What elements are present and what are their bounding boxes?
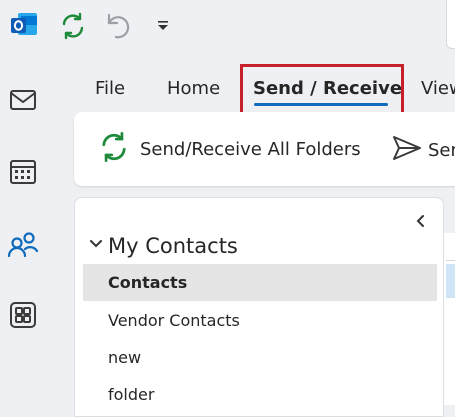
refresh-icon (97, 130, 131, 168)
people-icon[interactable] (6, 227, 40, 261)
mail-icon[interactable] (6, 83, 40, 117)
contact-list-selected-row[interactable] (446, 264, 455, 298)
chevron-down-icon (88, 236, 104, 256)
folder-item-vendor-contacts[interactable]: Vendor Contacts (83, 302, 437, 339)
customize-quick-access-icon[interactable] (155, 16, 171, 36)
chevron-left-icon[interactable] (413, 212, 429, 230)
send-receive-all-folders-button[interactable]: Send/Receive All Folders (97, 132, 361, 166)
highlight-box (240, 64, 404, 115)
contact-list-header (446, 233, 455, 261)
folder-item-folder[interactable]: folder (83, 376, 437, 413)
outlook-logo-icon (9, 10, 39, 40)
my-contacts-label: My Contacts (108, 234, 238, 258)
my-contacts-group[interactable]: My Contacts (88, 231, 238, 261)
tab-view[interactable]: View (421, 76, 455, 102)
send-label: Send (428, 139, 455, 161)
send-icon (392, 135, 422, 165)
tab-home[interactable]: Home (167, 76, 220, 102)
send-button[interactable]: Send (392, 133, 455, 167)
folder-item-contacts[interactable]: Contacts (83, 264, 437, 301)
refresh-icon[interactable] (58, 11, 88, 41)
apps-icon[interactable] (6, 298, 40, 332)
undo-icon[interactable] (104, 11, 134, 41)
folder-item-new[interactable]: new (83, 339, 437, 376)
tab-file[interactable]: File (95, 76, 125, 102)
calendar-icon[interactable] (6, 155, 40, 189)
search-box[interactable] (446, 0, 455, 49)
send-receive-all-folders-label: Send/Receive All Folders (140, 138, 361, 160)
